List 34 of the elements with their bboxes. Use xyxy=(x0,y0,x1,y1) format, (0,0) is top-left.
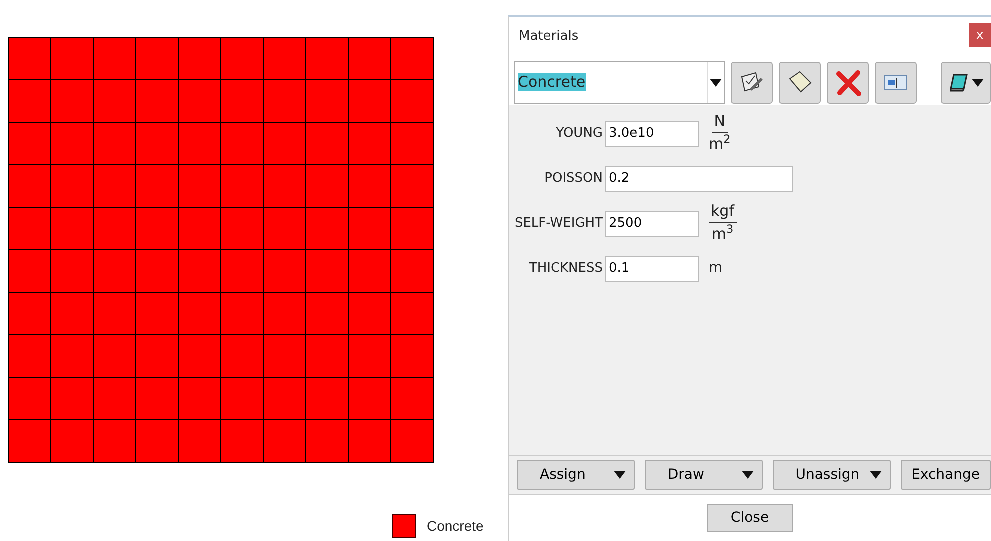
close-button[interactable]: Close xyxy=(707,504,793,532)
property-label: SELF-WEIGHT xyxy=(514,214,604,233)
action-button[interactable]: Assign xyxy=(517,460,635,490)
unit-numerator: kgf xyxy=(709,204,736,223)
caret-icon xyxy=(742,471,754,479)
property-label: POISSON xyxy=(544,170,604,188)
action-button[interactable]: Draw xyxy=(644,460,763,490)
dialog-title: Materials xyxy=(519,28,579,46)
property-field[interactable]: 0.1 xyxy=(605,256,699,282)
caret-icon xyxy=(710,78,722,86)
view-menu-button[interactable] xyxy=(941,62,991,104)
legend-label: Concrete xyxy=(427,516,484,536)
delete-icon xyxy=(834,68,862,96)
edit-button[interactable] xyxy=(730,62,773,104)
action-button[interactable]: Unassign xyxy=(772,460,891,490)
material-dropdown[interactable]: Concrete xyxy=(514,61,724,104)
unit-label: m xyxy=(709,259,723,278)
property-field[interactable]: 0.2 xyxy=(605,166,793,192)
close-button[interactable]: x xyxy=(969,23,991,47)
unit-numerator: N xyxy=(712,114,728,133)
caret-icon xyxy=(614,471,626,479)
unit-denominator: m$^{2}$ xyxy=(709,137,731,153)
caret-icon xyxy=(870,471,882,479)
book-icon xyxy=(948,72,969,92)
action-button[interactable]: Exchange xyxy=(900,460,991,490)
caret-icon xyxy=(972,78,984,86)
unit-denominator: m$^{3}$ xyxy=(712,227,734,243)
property-label: YOUNG xyxy=(555,124,604,143)
property-field[interactable]: 2500 xyxy=(605,210,699,236)
rename-button[interactable] xyxy=(875,62,918,104)
new-button[interactable] xyxy=(778,62,821,104)
delete-button[interactable] xyxy=(826,62,870,104)
property-label: THICKNESS xyxy=(528,260,604,278)
property-field[interactable]: 3.0e10 xyxy=(605,120,699,146)
